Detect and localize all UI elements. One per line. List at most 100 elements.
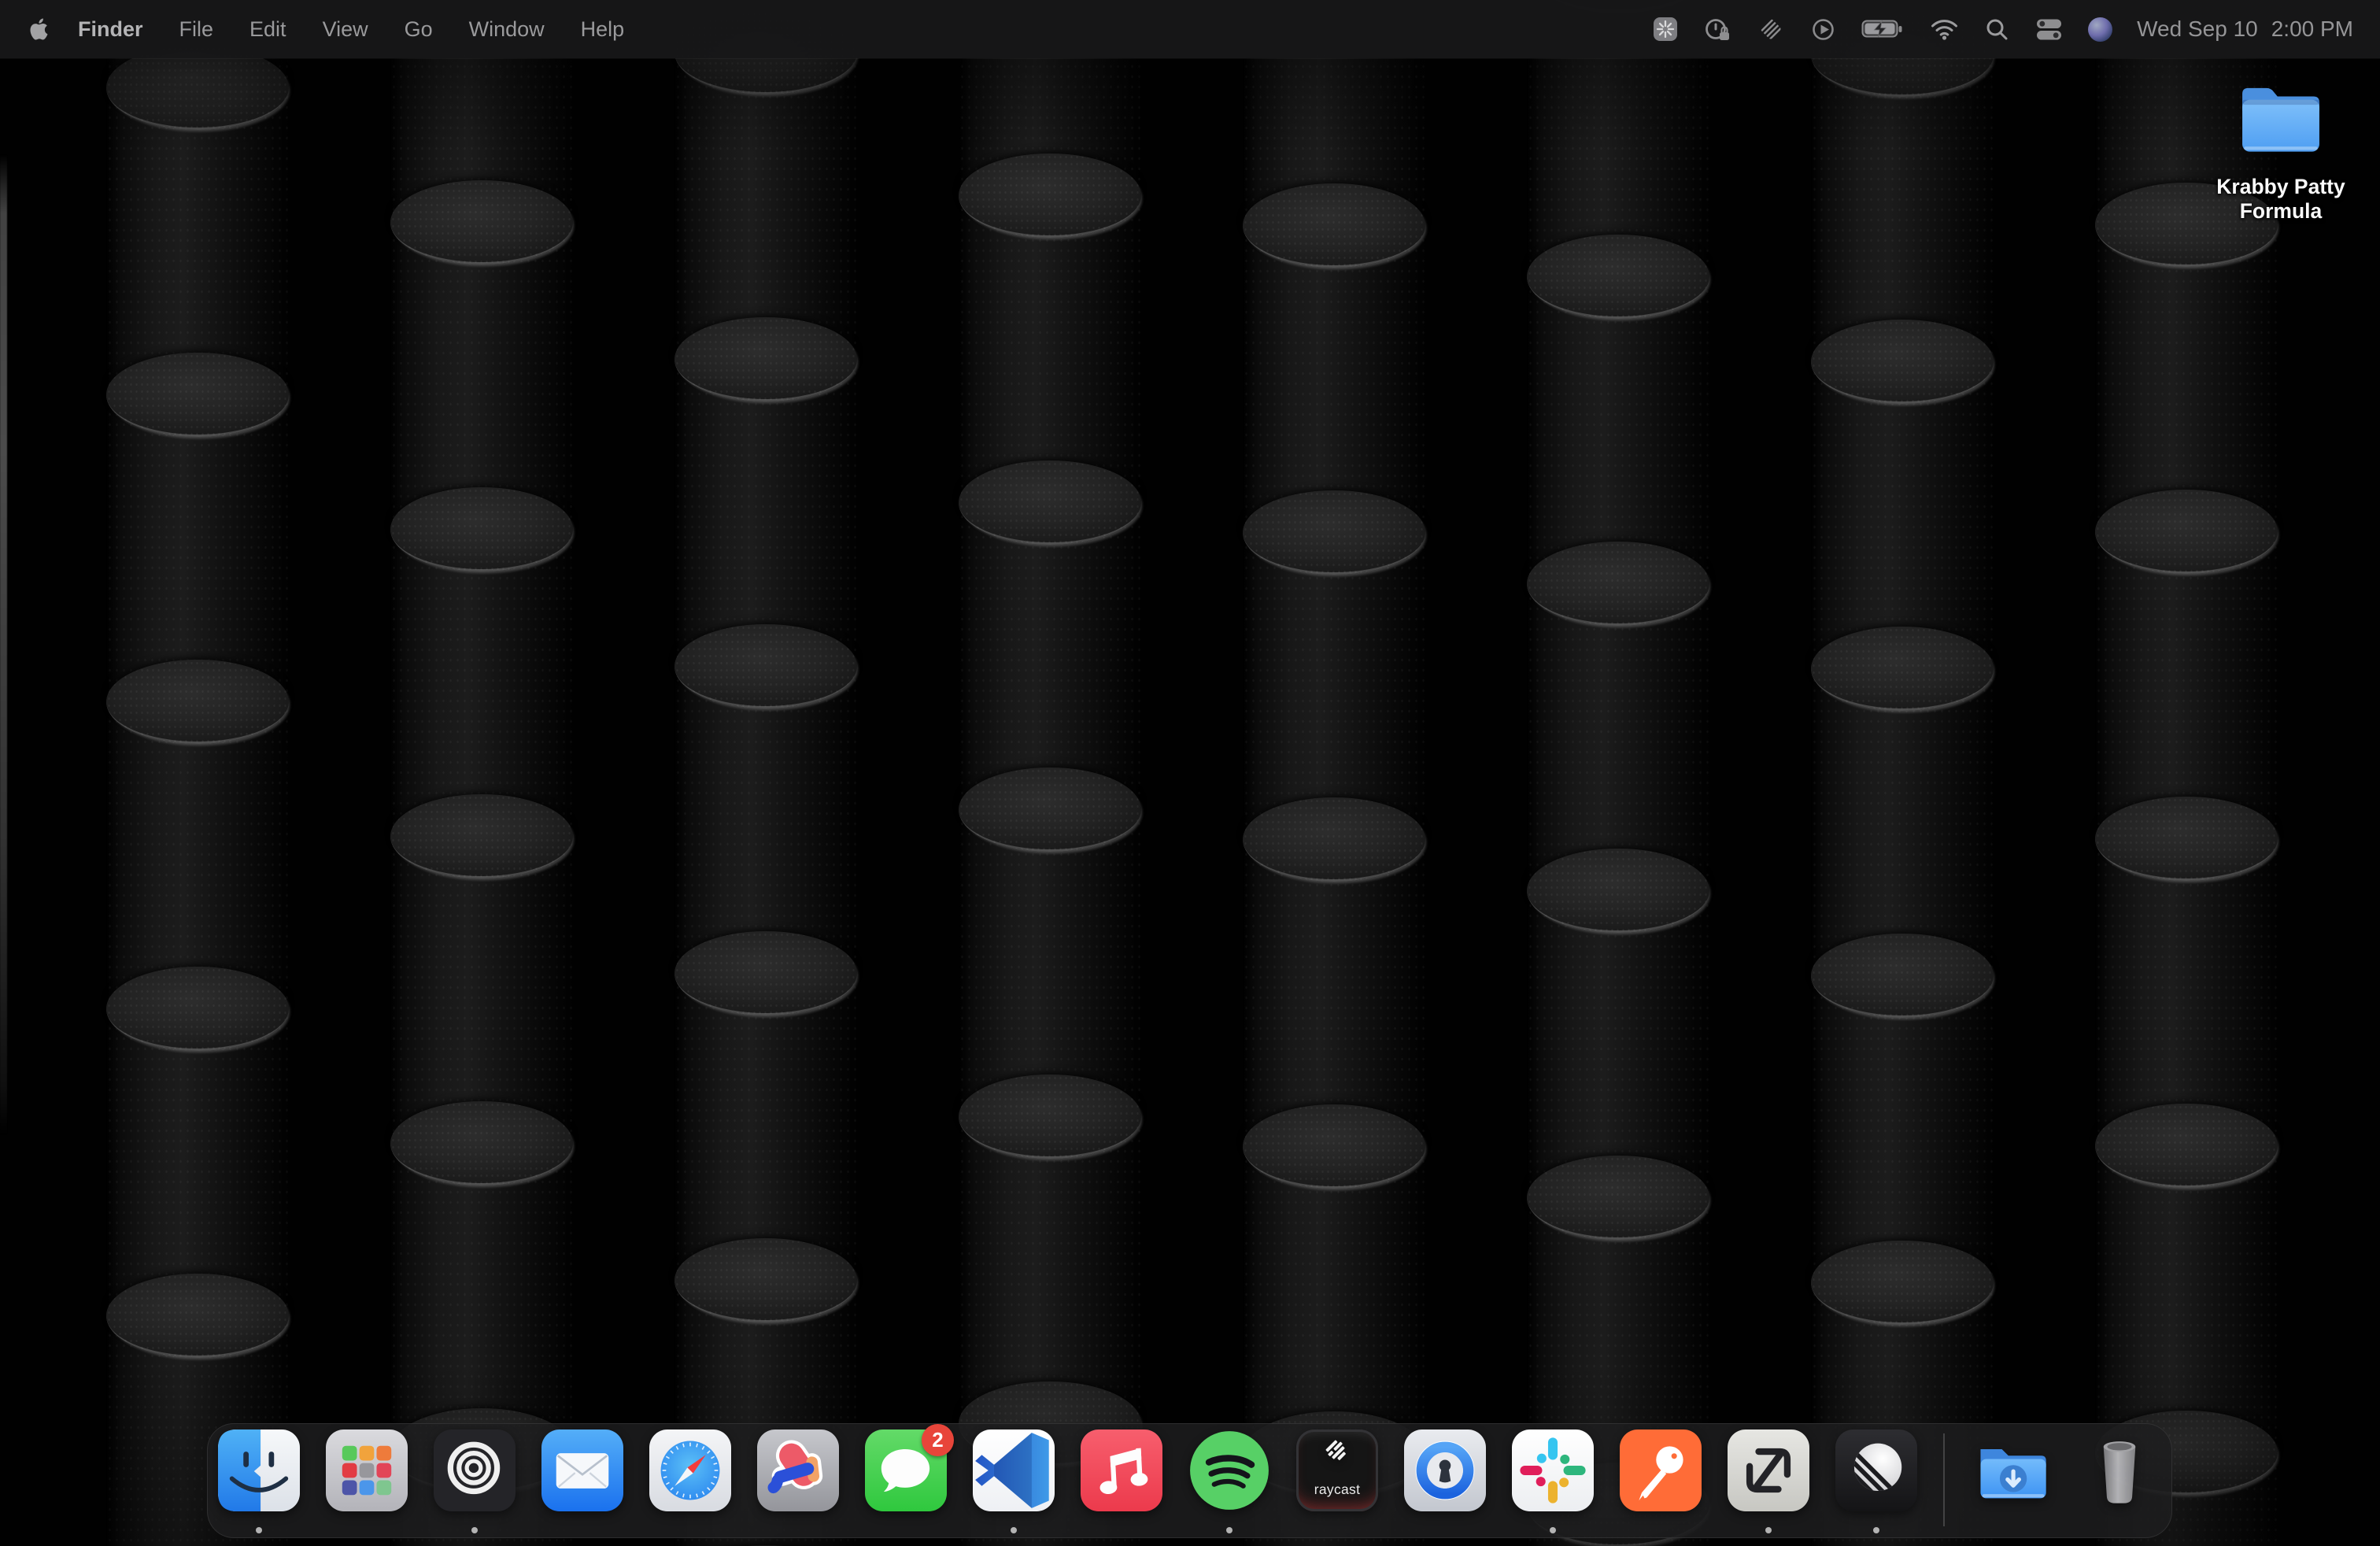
wallpaper-cylinder-top xyxy=(674,624,857,708)
wallpaper-cylinder-top xyxy=(1243,797,1425,882)
menu-item-help[interactable]: Help xyxy=(563,0,643,58)
folder-label: Krabby Patty Formula xyxy=(2201,175,2361,224)
spotlight-search-icon[interactable] xyxy=(1984,13,2010,45)
app-menus: FinderFileEditViewGoWindowHelp xyxy=(60,0,642,58)
starburst-square-icon[interactable] xyxy=(1652,13,1679,45)
dock-app-arc[interactable] xyxy=(757,1429,839,1511)
folder-icon xyxy=(2235,146,2326,159)
menu-item-edit[interactable]: Edit xyxy=(231,0,305,58)
dock-app-finder[interactable] xyxy=(218,1429,300,1511)
desktop: FinderFileEditViewGoWindowHelp xyxy=(0,0,2380,1546)
running-dot xyxy=(1011,1527,1017,1533)
siri-sphere xyxy=(2088,17,2112,42)
dock-app-postman[interactable] xyxy=(1620,1429,1702,1511)
siri-icon[interactable] xyxy=(2088,13,2112,45)
wallpaper-cylinder-top xyxy=(106,660,289,744)
menu-bar-date: Wed Sep 10 xyxy=(2137,17,2258,42)
menu-item-view[interactable]: View xyxy=(305,0,386,58)
wallpaper-cylinder-top xyxy=(1811,627,1994,711)
dock-app-safari[interactable] xyxy=(649,1429,731,1511)
running-dot xyxy=(1226,1527,1232,1533)
wallpaper-column xyxy=(390,0,573,1546)
messages-badge: 2 xyxy=(922,1424,954,1456)
wallpaper-column xyxy=(1243,0,1425,1546)
wallpaper-cylinder-top xyxy=(1527,235,1709,319)
dial-lock-icon[interactable] xyxy=(1703,13,1732,45)
dock-app-messages[interactable]: 2 xyxy=(865,1429,947,1511)
menu-item-finder[interactable]: Finder xyxy=(60,0,161,58)
raycast-label: raycast xyxy=(1296,1481,1378,1498)
dock-app-zed[interactable] xyxy=(1728,1429,1809,1511)
wallpaper-cylinder-top xyxy=(2095,490,2278,574)
menu-item-file[interactable]: File xyxy=(161,0,232,58)
dock-app-1password[interactable] xyxy=(1404,1429,1486,1511)
wallpaper-column xyxy=(1811,0,1994,1546)
wallpaper-cylinder-top xyxy=(959,767,1141,852)
menu-item-window[interactable]: Window xyxy=(451,0,563,58)
dock-app-vscode[interactable] xyxy=(973,1429,1055,1511)
dock-app-slack[interactable] xyxy=(1512,1429,1594,1511)
wallpaper-column xyxy=(959,0,1141,1546)
wallpaper-cylinder-top xyxy=(106,353,289,437)
wallpaper-column xyxy=(2095,0,2278,1546)
dock-app-raycast[interactable]: raycast xyxy=(1296,1429,1378,1511)
wallpaper xyxy=(0,0,2380,1546)
dock-folder-downloads[interactable] xyxy=(1971,1429,2053,1511)
dock: 2 xyxy=(207,1423,2172,1538)
now-playing-icon[interactable] xyxy=(1809,13,1837,45)
dock-trash[interactable] xyxy=(2079,1429,2160,1511)
wallpaper-cylinder-top xyxy=(106,1274,289,1358)
wallpaper-cylinder-top xyxy=(390,487,573,571)
wallpaper-cylinder-top xyxy=(1243,183,1425,268)
wallpaper-cylinder-top xyxy=(959,460,1141,545)
wallpaper-cylinder-top xyxy=(390,180,573,264)
wallpaper-cylinder-top xyxy=(1811,1241,1994,1325)
apple-menu-icon[interactable] xyxy=(28,17,52,41)
wallpaper-cylinder-top xyxy=(959,153,1141,238)
running-dot xyxy=(256,1527,262,1533)
running-dot xyxy=(1765,1527,1772,1533)
control-center-icon[interactable] xyxy=(2034,13,2064,45)
wallpaper-cylinder-sliver xyxy=(0,154,7,1135)
wallpaper-cylinder-top xyxy=(1527,1156,1709,1240)
wallpaper-cylinder-top xyxy=(1527,542,1709,626)
raycast-icon: raycast xyxy=(1296,1429,1378,1511)
wallpaper-cylinder-top xyxy=(959,1074,1141,1159)
wallpaper-cylinder-top xyxy=(390,1101,573,1185)
dock-app-linear[interactable] xyxy=(1835,1429,1917,1511)
menu-bar-status: Wed Sep 10 2:00 PM xyxy=(1652,13,2380,45)
wallpaper-cylinder-top xyxy=(1811,320,1994,404)
menu-item-go[interactable]: Go xyxy=(386,0,451,58)
wallpaper-cylinder-top xyxy=(2095,1104,2278,1188)
wallpaper-cylinder-top xyxy=(106,46,289,130)
dock-app-music[interactable] xyxy=(1081,1429,1162,1511)
wallpaper-cylinder-top xyxy=(674,931,857,1015)
desktop-folder-krabby-patty[interactable]: Krabby Patty Formula xyxy=(2234,77,2328,160)
wallpaper-cylinder-top xyxy=(1811,934,1994,1018)
dock-app-spotify[interactable] xyxy=(1188,1429,1270,1511)
wallpaper-cylinder-top xyxy=(2095,797,2278,881)
striped-card-icon[interactable] xyxy=(1757,13,1785,45)
wallpaper-column xyxy=(1527,0,1709,1546)
dock-divider xyxy=(1943,1433,1945,1526)
battery-charging-icon[interactable] xyxy=(1861,13,1905,45)
menu-bar: FinderFileEditViewGoWindowHelp xyxy=(0,0,2380,58)
menu-bar-left: FinderFileEditViewGoWindowHelp xyxy=(0,0,642,58)
menu-bar-time: 2:00 PM xyxy=(2271,17,2353,42)
wallpaper-column xyxy=(106,0,289,1546)
wallpaper-cylinder-top xyxy=(674,317,857,401)
dock-app-launchpad[interactable] xyxy=(326,1429,408,1511)
running-dot xyxy=(1873,1527,1879,1533)
wallpaper-cylinder-top xyxy=(1527,849,1709,933)
wallpaper-cylinder-top xyxy=(674,1238,857,1322)
dock-app-mail[interactable] xyxy=(541,1429,623,1511)
wifi-icon[interactable] xyxy=(1929,13,1960,45)
wallpaper-cylinder-top xyxy=(1243,490,1425,575)
running-dot xyxy=(1550,1527,1556,1533)
dock-app-concentric-rings[interactable] xyxy=(434,1429,516,1511)
menu-bar-clock[interactable]: Wed Sep 10 2:00 PM xyxy=(2137,17,2353,42)
wallpaper-cylinder-top xyxy=(1243,1104,1425,1189)
wallpaper-column xyxy=(674,0,857,1546)
wallpaper-cylinder-top xyxy=(106,967,289,1051)
wallpaper-cylinder-top xyxy=(390,794,573,878)
